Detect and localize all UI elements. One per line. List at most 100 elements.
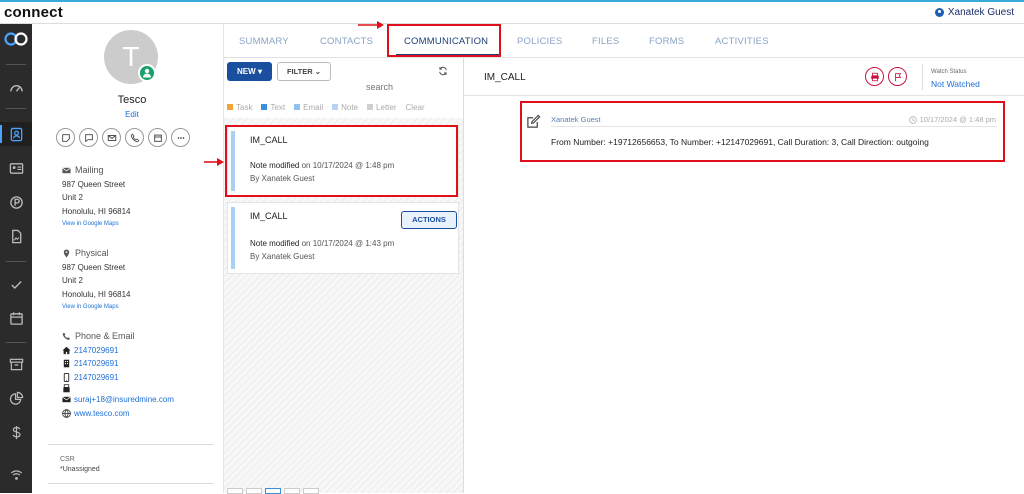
highlight-box-note [520,101,1005,162]
page-button[interactable] [265,488,281,494]
fax-row [62,384,174,393]
highlight-box-communication-tab [387,24,501,57]
tab-policies[interactable]: POLICIES [517,36,562,47]
calendar-icon [153,134,162,142]
physical-map-link[interactable]: View in Google Maps [62,301,131,313]
caret-down-icon: ▾ [257,67,262,76]
rail-divider [6,64,26,65]
legend-email[interactable]: Email [294,103,323,112]
tab-activities[interactable]: ACTIVITIES [715,36,769,47]
highlight-box-list-item [225,125,458,197]
person-badge-icon [138,64,156,82]
checkmark-icon[interactable] [0,272,32,296]
clear-filter-link[interactable]: Clear [406,103,425,112]
location-pin-icon [63,249,70,258]
filter-button[interactable]: FILTER ⌄ [277,62,331,81]
send-text-button[interactable] [79,128,98,147]
more-dots-icon [177,136,184,139]
legend-note[interactable]: Note [332,103,358,112]
new-button[interactable]: NEW ▾ [227,62,272,81]
archive-icon[interactable] [0,352,32,376]
print-button[interactable] [865,67,884,86]
dashboard-icon[interactable] [0,76,32,100]
connect-logo-icon[interactable] [4,32,28,46]
work-phone-link[interactable]: 2147029691 [62,357,174,371]
phone-email-label: Phone & Email [75,331,135,341]
user-menu[interactable]: Xanatek Guest [934,7,1014,18]
envelope-icon [62,396,71,403]
phone-icon [62,332,70,341]
id-card-icon[interactable] [0,156,32,180]
website-link[interactable]: www.tesco.com [62,407,174,421]
phone-email-section: Phone & Email 2147029691 2147029691 2147… [62,330,174,420]
policy-icon[interactable] [0,190,32,214]
record-tabs: SUMMARY CONTACTS COMMUNICATION POLICIES … [224,24,1024,58]
mailing-line1: 987 Queen Street [62,179,126,189]
add-note-button[interactable] [56,128,75,147]
phone-icon [130,133,139,142]
type-legend: Task Text Email Note Letter Clear [227,103,425,112]
csr-label: CSR [60,456,75,463]
search-input[interactable] [366,82,420,92]
list-toolbar: NEW ▾ FILTER ⌄ Task Text Email Note Lett… [224,58,463,118]
pie-chart-icon[interactable] [0,386,32,410]
csr-value: *Unassigned [60,466,100,473]
contact-panel: T Tesco Edit Mailing 987 Queen Street Un… [40,24,224,493]
user-icon [934,8,944,17]
more-options-button[interactable] [171,128,190,147]
divider [48,483,214,484]
page-button[interactable] [227,488,243,494]
page-button[interactable] [284,488,300,494]
contact-card-icon[interactable] [0,122,32,146]
physical-address: Physical 987 Queen Street Unit 2 Honolul… [62,247,131,313]
tab-contacts[interactable]: CONTACTS [320,36,373,47]
building-icon [63,359,70,368]
rail-divider [6,261,26,262]
physical-line1: 987 Queen Street [62,262,126,272]
edit-contact-link[interactable]: Edit [40,110,224,119]
send-email-button[interactable] [102,128,121,147]
communication-list[interactable]: NEW ▾ FILTER ⌄ Task Text Email Note Lett… [224,58,464,494]
calendar-icon[interactable] [0,306,32,330]
mailing-map-link[interactable]: View in Google Maps [62,218,131,230]
page-button[interactable] [246,488,262,494]
tab-files[interactable]: FILES [592,36,619,47]
mailing-line3: Honolulu, HI 96814 [62,206,131,216]
watch-status-label: Watch Status [931,69,967,75]
list-item-author: By Xanatek Guest [250,252,315,261]
physical-label: Physical [75,248,109,258]
flag-button[interactable] [888,67,907,86]
watch-status-toggle[interactable]: Not Watched [931,79,980,89]
divider [48,444,214,445]
annotation-arrow-icon [204,158,224,166]
page-button[interactable] [303,488,319,494]
schedule-button[interactable] [148,128,167,147]
document-icon[interactable] [0,224,32,248]
signal-icon[interactable] [0,464,32,488]
rail-divider [6,108,26,109]
contact-actions [56,128,190,147]
mobile-icon [63,372,70,382]
list-item-modified: Note modified on 10/17/2024 @ 1:43 pm [250,239,395,248]
mobile-phone-link[interactable]: 2147029691 [62,371,174,385]
email-link[interactable]: suraj+18@insuredmine.com [62,393,174,407]
legend-text[interactable]: Text [261,103,285,112]
tab-summary[interactable]: SUMMARY [239,36,289,47]
user-name: Xanatek Guest [947,7,1014,18]
home-phone-link[interactable]: 2147029691 [62,344,174,358]
refresh-icon[interactable] [438,66,448,76]
chat-icon [84,133,93,142]
tab-forms[interactable]: FORMS [649,36,684,47]
annotation-arrow-icon [358,21,384,29]
note-type-bar [231,207,235,269]
legend-letter[interactable]: Letter [367,103,397,112]
legend-task[interactable]: Task [227,103,252,112]
pagination [227,488,319,494]
dollar-icon[interactable] [0,420,32,444]
list-item[interactable]: IM_CALL ACTIONS Note modified on 10/17/2… [227,202,459,274]
actions-button[interactable]: ACTIONS [401,211,457,229]
app-brand[interactable]: connect [4,4,63,21]
contact-name: Tesco [117,94,147,106]
call-button[interactable] [125,128,144,147]
home-icon [62,346,71,354]
